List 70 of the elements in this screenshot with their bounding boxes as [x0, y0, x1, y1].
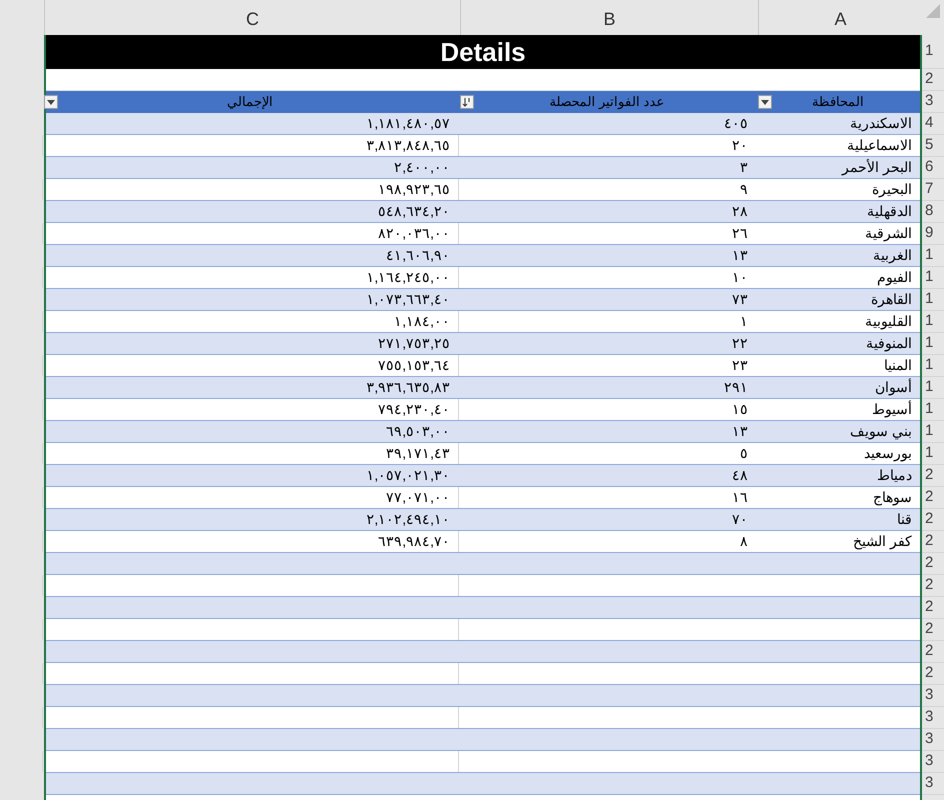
table-cell-text: ٢٨ [731, 202, 749, 221]
table-cell-text: الفيوم [876, 268, 913, 288]
table-cell-text: ٥٤٨,٦٣٤,٢٠ [377, 202, 451, 221]
table-cell-text: الشرقية [864, 224, 913, 244]
table-cell: ١٠ [458, 267, 756, 288]
table-cell: ١,١٦٤,٢٤٥,٠٠ [42, 267, 458, 288]
sort-filter-button[interactable] [460, 95, 474, 109]
sort-ascending-icon [462, 97, 472, 107]
column-heading: المحافظة [756, 91, 920, 113]
table-cell-text: المنوفية [865, 334, 913, 354]
table-cell-text: ٣ [739, 158, 749, 177]
table-cell: ١٦ [458, 487, 756, 508]
table-cell-text: ٧٣ [731, 290, 749, 309]
table-cell-text: ٤٨ [731, 466, 749, 485]
table-cell-text: قنا [896, 510, 913, 529]
table-cell-text: كفر الشيخ [852, 532, 913, 552]
table-cell-text: ٢,١٠٢,٤٩٤,١٠ [365, 510, 451, 529]
table-cell-text: دمياط [876, 466, 913, 485]
table-cell-text: البحر الأحمر [840, 158, 913, 178]
dropdown-arrow-icon [761, 100, 769, 104]
table-cell-text: الغربية [872, 246, 913, 266]
table-cell-text: ٢٩١ [723, 378, 749, 397]
table-cell: ٩ [458, 179, 756, 200]
table-cell-text: الاسكندرية [849, 114, 913, 134]
column-heading: عدد الفواتير المحصلة [458, 91, 756, 113]
table-cell: ٣,٨١٣,٨٤٨,٦٥ [42, 135, 458, 156]
table-cell-text: القاهرة [870, 290, 913, 310]
table-cell: ٨ [458, 531, 756, 552]
table-cell-text: ٦٩,٥٠٣,٠٠ [385, 422, 451, 441]
table-cell: ١,١٨٤,٠٠ [42, 311, 458, 332]
table-cell-text: ٣,٩٣٦,٦٣٥,٨٣ [365, 378, 451, 397]
table-cell-text: الدقهلية [866, 202, 913, 222]
table-cell-text: البحيرة [871, 180, 913, 200]
table-cell: ١ [458, 311, 756, 332]
column-heading: الإجمالي [42, 91, 458, 113]
table-cell: ٧٩٤,٢٣٠,٤٠ [42, 399, 458, 420]
table-cell: ٥ [458, 443, 756, 464]
dropdown-arrow-icon [47, 100, 55, 104]
table-cell-text: بني سويف [849, 422, 913, 442]
table-cell-text: أسوان [874, 377, 913, 398]
table-cell: ٢٣ [458, 355, 756, 376]
table-cell-text: المنيا [883, 356, 913, 375]
table-cell-text: الاسماعيلية [846, 136, 913, 155]
table-cell: ٢٠ [458, 135, 756, 156]
table-cell-text: ١,٠٥٧,٠٢١,٣٠ [365, 466, 451, 485]
table-cell-text: ٧٠ [731, 510, 749, 529]
table-cell-text: ٤١,٦٠٦,٩٠ [385, 246, 451, 265]
table-cell-text: ٤٠٥ [723, 114, 749, 133]
table-cell-text: ١,١٨١,٤٨٠,٥٧ [365, 114, 451, 133]
table-cell: ١٩٨,٩٢٣,٦٥ [42, 179, 458, 200]
table-cell-text: سوهاج [872, 488, 913, 508]
table-cell: ٨٢٠,٠٣٦,٠٠ [42, 223, 458, 244]
table-cell: ٦٣٩,٩٨٤,٧٠ [42, 531, 458, 552]
table-cell-text: أسيوط [871, 399, 913, 420]
filter-dropdown-button[interactable] [44, 95, 58, 109]
table-cell: ١٥ [458, 399, 756, 420]
title-banner: Details [46, 35, 920, 69]
table-cell-text: بورسعيد [863, 444, 913, 464]
table-cell-text: ١٣ [731, 246, 749, 265]
table-cell: ٧٧,٠٧١,٠٠ [42, 487, 458, 508]
table-cell: ٢٦ [458, 223, 756, 244]
table-cell-text: القليوبية [864, 312, 913, 332]
table-cell-text: ٢,٤٠٠,٠٠ [393, 158, 451, 177]
filter-dropdown-button[interactable] [758, 95, 772, 109]
table-cell: ٣٩,١٧١,٤٣ [42, 443, 458, 464]
table-cell: ٧٥٥,١٥٣,٦٤ [42, 355, 458, 376]
table-cell-text: ١,٠٧٣,٦٦٣,٤٠ [365, 290, 451, 309]
table-cell-text: ١٣ [731, 422, 749, 441]
table-cell-text: ٢٢ [731, 334, 749, 353]
table-cell-text: ٢٧١,٧٥٣,٢٥ [377, 334, 451, 353]
